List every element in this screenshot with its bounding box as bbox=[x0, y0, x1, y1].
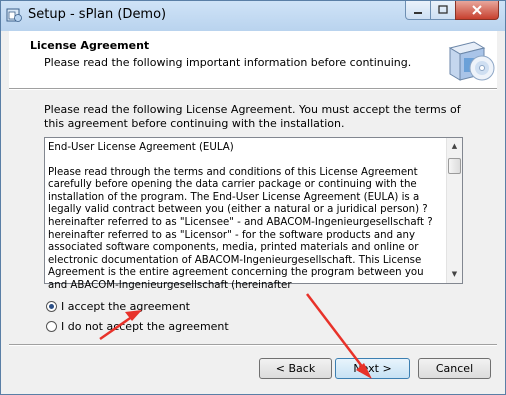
radio-button-selected[interactable] bbox=[46, 301, 57, 312]
minimize-icon bbox=[414, 12, 422, 14]
decline-agreement-label[interactable]: I do not accept the agreement bbox=[61, 320, 229, 333]
setup-box-with-disc-icon bbox=[448, 41, 495, 81]
wizard-header: License Agreement Please read the follow… bbox=[9, 31, 497, 88]
license-paragraph: Please read through the terms and condit… bbox=[48, 166, 433, 291]
maximize-button[interactable] bbox=[430, 1, 456, 20]
scroll-down-arrow-icon[interactable]: ▼ bbox=[447, 266, 462, 283]
radio-selected-dot bbox=[49, 304, 54, 309]
accept-agreement-label[interactable]: I accept the agreement bbox=[61, 300, 190, 313]
close-icon bbox=[472, 5, 482, 15]
scroll-thumb[interactable] bbox=[448, 158, 461, 174]
license-text-box[interactable]: End-User License Agreement (EULA) Please… bbox=[44, 137, 463, 291]
close-button[interactable] bbox=[455, 1, 499, 20]
back-button[interactable]: < Back bbox=[259, 358, 332, 379]
minimize-button[interactable] bbox=[405, 1, 431, 20]
maximize-icon bbox=[438, 5, 448, 14]
header-divider bbox=[9, 88, 497, 90]
footer-divider bbox=[9, 344, 497, 346]
window-title: Setup - sPlan (Demo) bbox=[28, 7, 167, 22]
page-title: License Agreement bbox=[30, 39, 150, 52]
license-heading: End-User License Agreement (EULA) bbox=[48, 142, 234, 153]
page-subtitle: Please read the following important info… bbox=[44, 56, 412, 69]
intro-text: Please read the following License Agreem… bbox=[44, 103, 461, 130]
title-bar[interactable]: Setup - sPlan (Demo) bbox=[1, 1, 505, 31]
license-scrollbar[interactable]: ▲ ▼ bbox=[446, 138, 462, 283]
next-button[interactable]: Next > bbox=[335, 358, 410, 379]
scroll-up-arrow-icon[interactable]: ▲ bbox=[447, 138, 462, 155]
setup-window: Setup - sPlan (Demo) License Agreement P… bbox=[0, 0, 506, 395]
cancel-button[interactable]: Cancel bbox=[418, 358, 491, 379]
license-text: End-User License Agreement (EULA) Please… bbox=[48, 142, 444, 305]
radio-button-unselected[interactable] bbox=[46, 321, 57, 332]
setup-app-icon bbox=[6, 8, 22, 22]
